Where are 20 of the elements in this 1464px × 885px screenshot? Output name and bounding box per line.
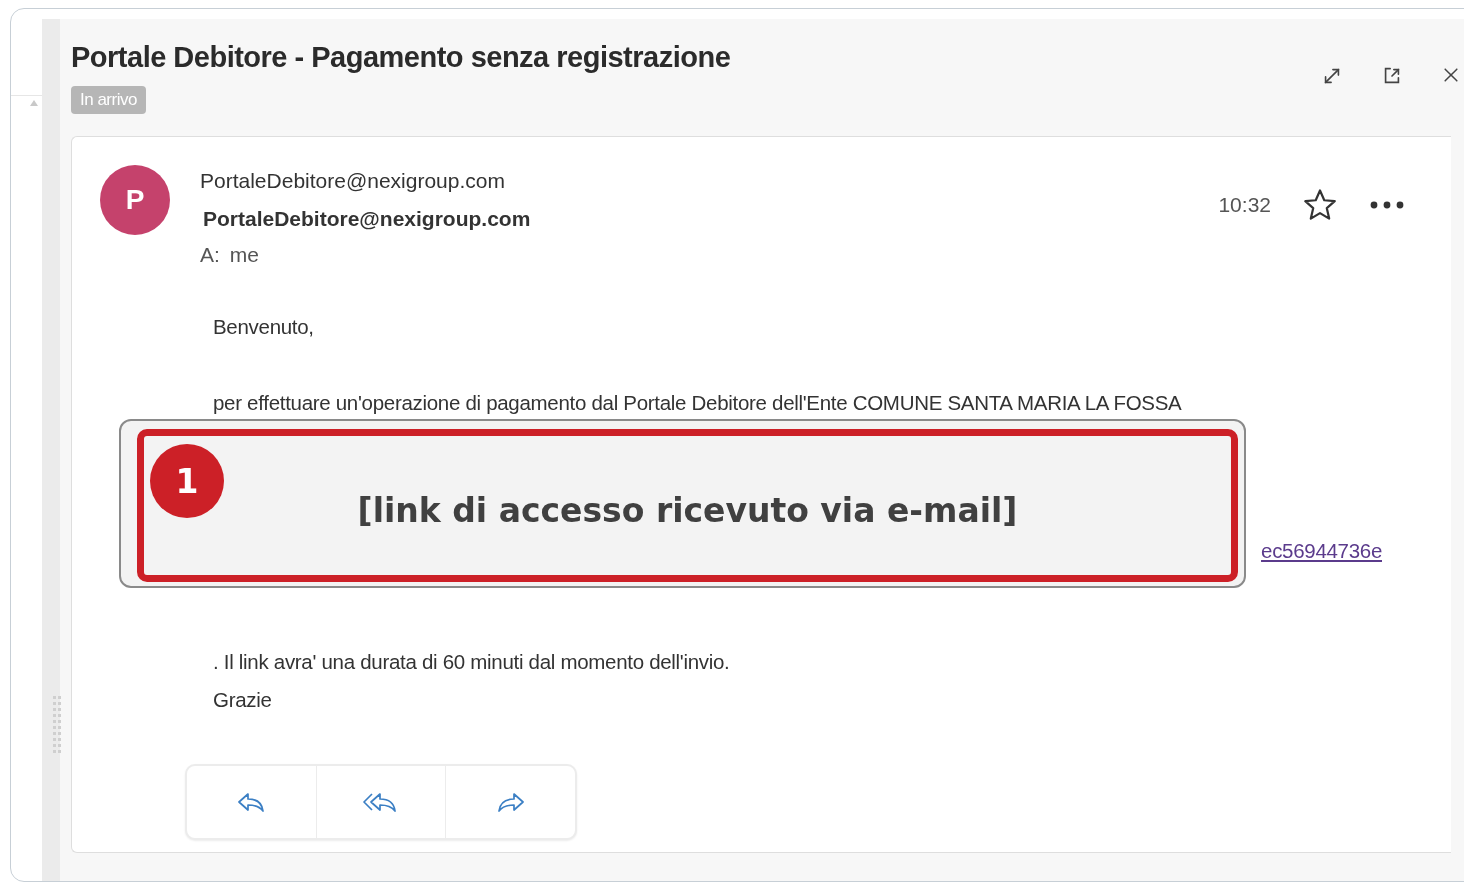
recipient-label: A: bbox=[200, 243, 220, 267]
email-subject: Portale Debitore - Pagamento senza registrazione bbox=[71, 41, 731, 74]
reply-arrow-icon bbox=[236, 791, 267, 813]
access-link[interactable]: ec56944736e bbox=[1261, 539, 1382, 650]
resize-grip-icon[interactable] bbox=[52, 696, 62, 754]
annotation-text: [link di accesso ricevuto via e-mail] bbox=[357, 491, 1018, 530]
sender-address: PortaleDebitore@nexigroup.com bbox=[203, 207, 532, 231]
sender-avatar: P bbox=[100, 165, 170, 235]
step-number-badge: 1 bbox=[150, 444, 224, 518]
recipient: me bbox=[229, 243, 260, 267]
body-text: per effettuare un'operazione di pagamento dal Portale Debitore dell'Ente COMUNE SANTA MARIA LA FOSSA bbox=[213, 391, 1183, 415]
more-options-icon[interactable] bbox=[1369, 200, 1405, 210]
body-text: Benvenuto, bbox=[213, 315, 315, 339]
sender-name: PortaleDebitore@nexigroup.com bbox=[200, 169, 506, 193]
body-text: Grazie bbox=[213, 688, 273, 712]
forward-arrow-icon bbox=[495, 791, 526, 813]
reply-all-arrows-icon bbox=[363, 791, 399, 813]
folder-tag: In arrivo bbox=[71, 86, 146, 114]
body-text: . Il link avra' una durata di 60 minuti dal momento dell'invio. bbox=[213, 650, 731, 674]
message-time: 10:32 bbox=[1218, 193, 1271, 217]
